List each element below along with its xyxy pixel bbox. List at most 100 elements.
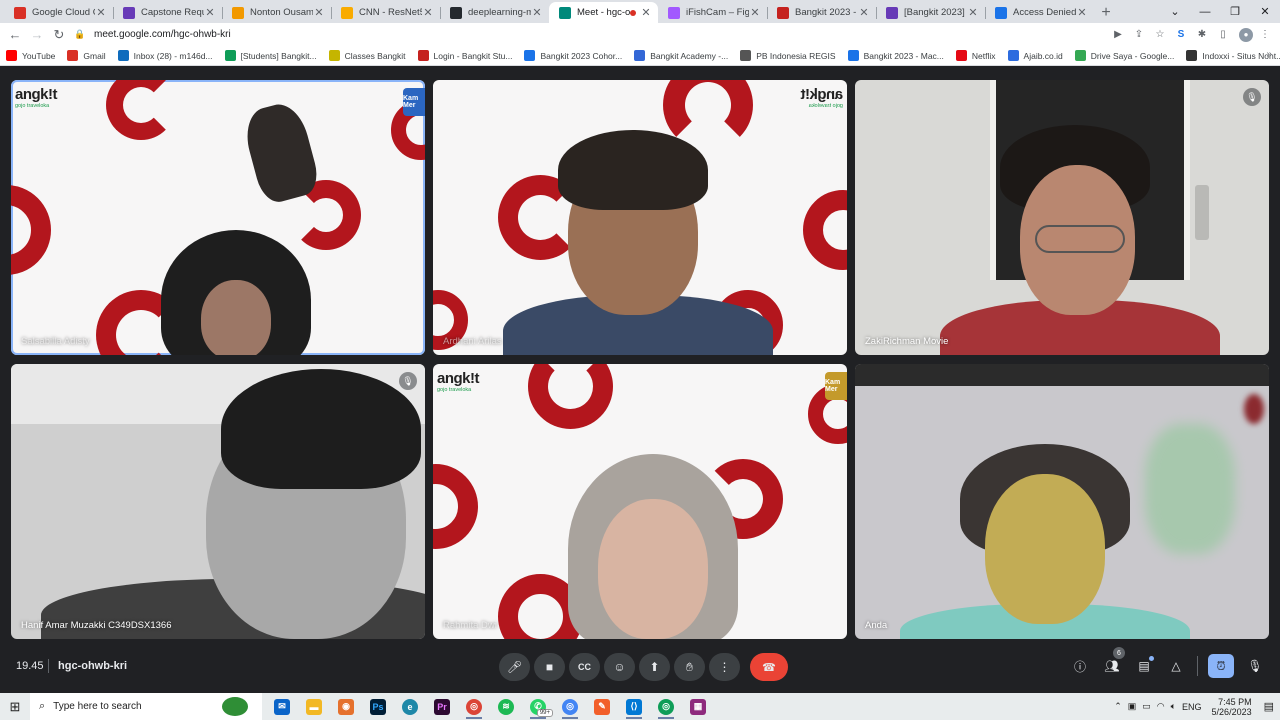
windows-taskbar: ⊞ ⌕ Type here to search ✉ ▬ ◉ Ps e Pr ◎ … (0, 693, 1280, 720)
bookmark-item[interactable]: Classes Bangkit (328, 50, 406, 61)
close-tab-icon[interactable]: ✕ (967, 6, 979, 19)
forward-icon[interactable]: → (26, 24, 48, 46)
browser-tab[interactable]: [Bangkit 2023] - Pr✕ (876, 2, 985, 23)
bookmark-item[interactable]: Bangkit 2023 - Mac... (847, 50, 944, 61)
wifi-icon[interactable]: ◠ (1157, 701, 1165, 712)
winrar-icon[interactable]: ▦ (682, 693, 714, 720)
bookmark-item[interactable]: Ajaib.co.id (1007, 50, 1063, 61)
bookmark-item[interactable]: Drive Saya - Google... (1074, 50, 1174, 61)
close-tab-icon[interactable]: ✕ (858, 6, 870, 19)
mail-app-icon[interactable]: ✉ (266, 693, 298, 720)
vscode-icon[interactable]: ⟨⟩ (618, 693, 650, 720)
browser-tab[interactable]: Nonton Ousama R✕ (222, 2, 331, 23)
bookmark-item[interactable]: PB Indonesia REGIS (740, 50, 836, 61)
file-explorer-icon[interactable]: ▬ (298, 693, 330, 720)
back-icon[interactable]: ← (4, 24, 26, 46)
chrome-menu-icon[interactable]: ⋮ (1256, 26, 1274, 44)
close-tab-icon[interactable]: ✕ (640, 6, 652, 19)
people-icon[interactable]: 👥︎ 6 (1101, 647, 1125, 678)
windows-start-icon[interactable]: ⊞ (0, 693, 30, 720)
camera-icon[interactable]: ■ (534, 653, 565, 681)
browser-tab[interactable]: Access Denied ✕ (985, 2, 1094, 23)
premiere-icon[interactable]: Pr (426, 693, 458, 720)
end-call-button[interactable]: ☎ (750, 653, 788, 681)
browser-tab[interactable]: deeplearning-mod✕ (440, 2, 549, 23)
reload-icon[interactable]: ↻ (48, 24, 70, 46)
close-tab-icon[interactable]: ✕ (422, 6, 434, 19)
browser-tab[interactable]: iFishCam – Figma✕ (658, 2, 767, 23)
close-tab-icon[interactable]: ✕ (1076, 6, 1088, 19)
paint-icon[interactable]: ✎ (586, 693, 618, 720)
taskbar-search-box[interactable]: ⌕ Type here to search (30, 693, 262, 720)
browser-tab[interactable]: Google Cloud Cred✕ (4, 2, 113, 23)
participant-tile[interactable]: 🎙 Hanif Amar Muzakki C349DSX1366 (11, 364, 425, 639)
participant-tile[interactable]: angk!t gojo traveloka Ardhani Arilas (433, 80, 847, 355)
chat-icon[interactable]: ▤ (1133, 654, 1155, 678)
camera-in-use-icon[interactable]: ▶ (1109, 26, 1127, 44)
orange-app-icon[interactable]: ◉ (330, 693, 362, 720)
microphone-icon[interactable]: 🎤︎ (499, 653, 530, 681)
edge-icon[interactable]: e (394, 693, 426, 720)
host-controls-icon[interactable]: ⏰︎ (1208, 654, 1234, 678)
close-tab-icon[interactable]: ✕ (204, 6, 216, 19)
battery-icon[interactable]: ▭ (1142, 701, 1151, 712)
chrome-icon[interactable]: ◎ (458, 693, 490, 720)
bookmark-item[interactable]: Login - Bangkit Stu... (417, 50, 512, 61)
browser-tab[interactable]: Bangkit 2023 - Pro✕ (767, 2, 876, 23)
share-icon[interactable]: ⇪ (1130, 26, 1148, 44)
chrome-profile-icon[interactable]: ◎ (554, 693, 586, 720)
raise-hand-icon[interactable]: ✋︎ (674, 653, 705, 681)
close-tab-icon[interactable]: ✕ (95, 6, 107, 19)
whatsapp-icon[interactable]: ✆ 99+ (522, 693, 554, 720)
present-screen-icon[interactable]: ⬆ (639, 653, 670, 681)
bookmark-item[interactable]: [Students] Bangkit... (224, 50, 317, 61)
restore-button[interactable]: ❐ (1220, 0, 1250, 23)
activities-icon[interactable]: △ (1165, 654, 1187, 678)
bookmark-item[interactable]: Gmail (67, 50, 106, 61)
tab-active[interactable]: Meet - hgc-oh ✕ (549, 2, 658, 23)
notebook-mic-icon[interactable]: 🎙︎ (1244, 654, 1266, 678)
held-object (239, 98, 323, 207)
language-indicator[interactable]: ENG (1182, 702, 1202, 712)
participant-tile[interactable]: angk!t gojo traveloka Kam Mer Salsabilla … (11, 80, 425, 355)
side-panel-icon[interactable]: ▯ (1214, 26, 1232, 44)
new-tab-button[interactable]: + (1094, 2, 1118, 23)
meeting-info-icon[interactable]: ⓘ (1069, 654, 1091, 678)
netflix-icon (955, 50, 967, 61)
tray-app-icon[interactable]: ▣ (1128, 701, 1137, 712)
omnibox[interactable]: 🔒 meet.google.com/hgc-ohwb-kri (74, 25, 1094, 44)
close-tab-icon[interactable]: ✕ (531, 6, 543, 19)
browser-tab[interactable]: Capstone Request✕ (113, 2, 222, 23)
bookmark-item[interactable]: Bangkit 2023 Cohor... (524, 50, 622, 61)
bookmark-item[interactable]: Inbox (28) - m146d... (117, 50, 213, 61)
extension-s-icon[interactable]: S (1172, 26, 1190, 44)
tab-search-icon[interactable]: ⌄ (1160, 0, 1190, 23)
participant-tile[interactable]: Anda (855, 364, 1269, 639)
photoshop-icon[interactable]: Ps (362, 693, 394, 720)
spotify-icon[interactable]: ≋ (490, 693, 522, 720)
profile-avatar[interactable]: ● (1239, 27, 1253, 42)
minimize-button[interactable]: — (1190, 0, 1220, 23)
bookmark-star-icon[interactable]: ☆ (1151, 26, 1169, 44)
taskbar-clock[interactable]: 7:45 PM 5/26/2023 (1212, 697, 1252, 717)
emoji-icon[interactable]: ☺ (604, 653, 635, 681)
notification-center-icon[interactable]: ▤ (1264, 700, 1274, 713)
more-options-icon[interactable]: ⋮ (709, 653, 740, 681)
bookmark-item[interactable]: YouTube (6, 50, 55, 61)
bookmark-item[interactable]: Bangkit Academy -... (634, 50, 728, 61)
participant-tile[interactable]: angk!t gojo traveloka Kam Mer Rahmita Dwi (433, 364, 847, 639)
bookmark-item[interactable]: Netflix (955, 50, 996, 61)
captions-icon[interactable]: CC (569, 653, 600, 681)
volume-icon[interactable]: 🔈︎ (1171, 701, 1176, 712)
bookmarks-overflow-icon[interactable]: » (1266, 49, 1272, 60)
tray-chevron-icon[interactable]: ⌃ (1114, 701, 1122, 712)
search-placeholder: Type here to search (53, 701, 142, 712)
extensions-puzzle-icon[interactable]: ✱ (1193, 26, 1211, 44)
chrome-alt-icon[interactable]: ◎ (650, 693, 682, 720)
participant-tile[interactable]: 🎙 ZakiRichman Movie (855, 80, 1269, 355)
close-window-button[interactable]: ✕ (1250, 0, 1280, 23)
lock-icon[interactable]: 🔒 (74, 29, 86, 40)
browser-tab[interactable]: CNN - ResNet50.ip✕ (331, 2, 440, 23)
close-tab-icon[interactable]: ✕ (749, 6, 761, 19)
close-tab-icon[interactable]: ✕ (313, 6, 325, 19)
